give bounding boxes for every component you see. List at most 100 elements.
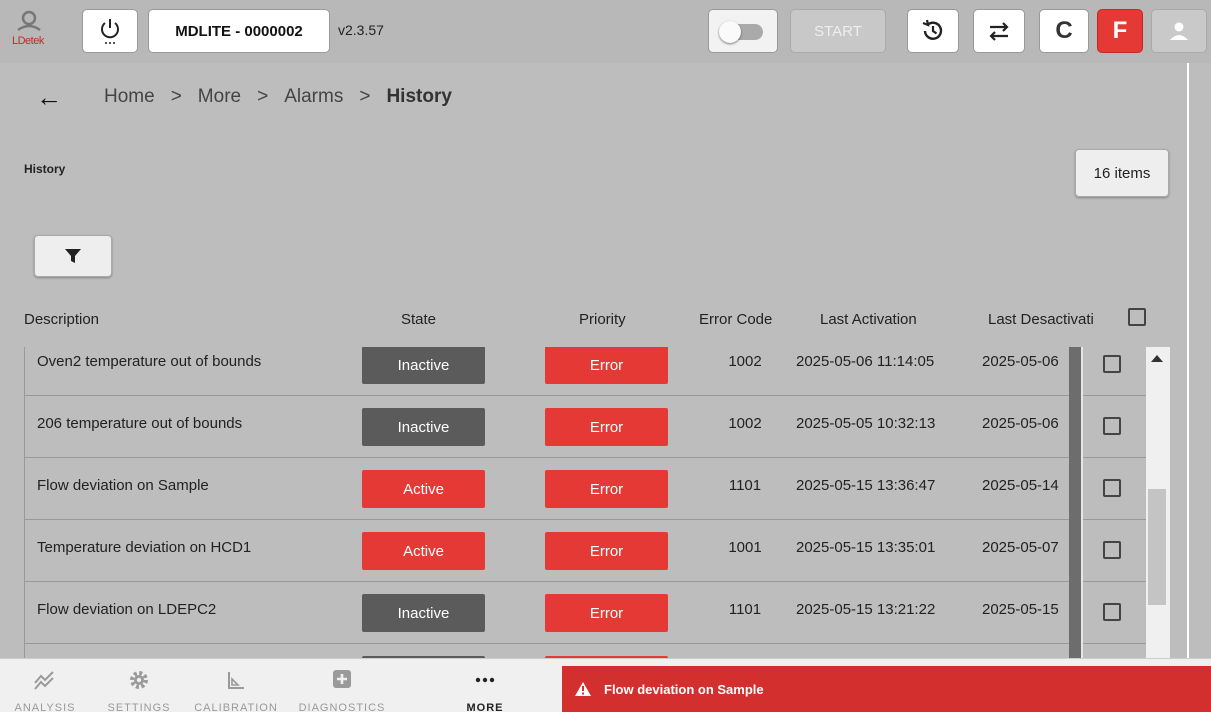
chart-line-icon (34, 671, 54, 690)
col-header-last-deactivation[interactable]: Last Desactivati (988, 311, 1108, 328)
row-checkbox[interactable] (1103, 603, 1121, 621)
select-all-checkbox[interactable] (1128, 308, 1146, 326)
error-code: 1002 (728, 353, 762, 370)
state-badge: Inactive (362, 347, 485, 384)
row-checkbox[interactable] (1103, 479, 1121, 497)
last-activation: 2025-05-06 11:14:05 (796, 353, 935, 370)
row-checkbox[interactable] (1103, 417, 1121, 435)
nav-label: DIAGNOSTICS (298, 702, 386, 712)
scrollbar-thumb[interactable] (1148, 489, 1166, 605)
last-activation: 2025-05-15 13:21:22 (796, 601, 936, 618)
alarm-description: Temperature deviation on HCD1 (37, 539, 252, 556)
top-bar: LDetek MDLITE - 0000002 v2.3.57 START C … (0, 0, 1211, 63)
history-icon (922, 19, 943, 40)
alarm-description: Flow deviation on Sample (37, 477, 209, 494)
col-header-description[interactable]: Description (24, 311, 99, 328)
column-resizer[interactable] (1069, 347, 1081, 658)
alarm-description: Flow deviation on LDEPC2 (37, 601, 217, 618)
breadcrumb-current: History (386, 86, 452, 107)
filter-icon (65, 249, 81, 263)
nav-more[interactable]: MORE (440, 659, 530, 712)
breadcrumb: Home > More > Alarms > History (104, 86, 452, 108)
nav-label: ANALYSIS (14, 702, 76, 712)
gear-icon (130, 671, 148, 689)
breadcrumb-more[interactable]: More (198, 86, 241, 108)
active-alarm-banner[interactable]: Flow deviation on Sample (562, 666, 1211, 712)
col-header-priority[interactable]: Priority (579, 311, 626, 328)
ruler-angle-icon (228, 672, 244, 689)
page-scrollbar[interactable] (1187, 63, 1211, 658)
error-code: 1002 (728, 415, 762, 432)
more-dots-icon (475, 677, 495, 683)
priority-badge: Error (545, 594, 668, 632)
swap-button[interactable] (973, 9, 1025, 53)
alarm-description: 206 temperature out of bounds (37, 415, 243, 432)
nav-analysis[interactable]: ANALYSIS (0, 659, 90, 712)
start-button[interactable]: START (790, 9, 886, 53)
table-row[interactable]: 206 temperature out of bounds Inactive Err… (25, 396, 1146, 458)
last-deactivation: 2025-05-06 (982, 415, 1059, 432)
nav-settings[interactable]: SETTINGS (94, 659, 184, 712)
run-toggle[interactable] (708, 9, 778, 53)
nav-label: MORE (466, 702, 504, 712)
last-deactivation: 2025-05-15 (982, 601, 1059, 618)
breadcrumb-alarms[interactable]: Alarms (284, 86, 343, 108)
priority-badge: Error (545, 532, 668, 570)
items-count-button[interactable]: 16 items (1075, 149, 1169, 197)
nav-calibration[interactable]: CALIBRATION (186, 659, 286, 712)
logo-mark-icon (17, 10, 41, 32)
back-arrow-icon[interactable]: ← (36, 82, 62, 113)
priority-badge: Error (545, 470, 668, 508)
table-row[interactable]: Temperature deviation on HCD1 Active Error… (25, 520, 1146, 582)
col-header-state[interactable]: State (401, 311, 436, 328)
history-button[interactable] (907, 9, 959, 53)
breadcrumb-home[interactable]: Home (104, 86, 155, 108)
state-badge: Active (362, 532, 485, 570)
power-button[interactable] (82, 9, 138, 53)
table-row[interactable]: Flow deviation on LDEPC2 Inactive Error 110… (25, 582, 1146, 644)
nav-label: SETTINGS (107, 702, 171, 712)
table-row[interactable]: Oven2 temperature out of bounds Inactive E… (25, 347, 1146, 396)
app-version: v2.3.57 (338, 22, 384, 38)
plus-square-icon (333, 670, 351, 688)
breadcrumb-separator: > (257, 86, 269, 107)
table-scrollbar[interactable] (1146, 347, 1170, 658)
user-icon (1170, 22, 1188, 40)
priority-badge: Error (545, 347, 668, 384)
breadcrumb-separator: > (170, 86, 182, 107)
error-code: 1101 (728, 477, 762, 494)
warning-icon (575, 682, 591, 696)
device-name: MDLITE - 0000002 (148, 9, 330, 53)
column-divider (1081, 347, 1083, 658)
state-badge: Inactive (362, 594, 485, 632)
scroll-up-icon[interactable] (1151, 355, 1163, 362)
col-header-last-activation[interactable]: Last Activation (820, 311, 917, 328)
alarm-banner-text: Flow deviation on Sample (604, 681, 764, 697)
nav-label: CALIBRATION (194, 702, 278, 712)
c-button[interactable]: C (1039, 9, 1089, 53)
last-activation: 2025-05-15 13:35:01 (796, 539, 936, 556)
f-button[interactable]: F (1097, 9, 1143, 53)
row-checkbox[interactable] (1103, 541, 1121, 559)
last-deactivation: 2025-05-07 (982, 539, 1059, 556)
toggle-knob (719, 21, 741, 43)
nav-diagnostics[interactable]: DIAGNOSTICS (290, 659, 394, 712)
state-badge: Inactive (362, 408, 485, 446)
swap-arrows-icon (989, 22, 1009, 41)
user-button[interactable] (1151, 9, 1207, 53)
alarm-history-table: InactiveErrorFlow deviation on LDEPC2Ina… (24, 347, 1146, 658)
breadcrumb-separator: > (359, 86, 371, 107)
last-activation: 2025-05-05 10:32:13 (796, 415, 936, 432)
alarm-description: Oven2 temperature out of bounds (37, 353, 262, 370)
ldetek-logo: LDetek (12, 10, 46, 52)
col-header-error-code[interactable]: Error Code (699, 311, 772, 328)
priority-badge: Error (545, 408, 668, 446)
row-checkbox[interactable] (1103, 355, 1121, 373)
error-code: 1101 (728, 601, 762, 618)
last-deactivation: 2025-05-14 (982, 477, 1059, 494)
error-code: 1001 (728, 539, 762, 556)
filter-button[interactable] (34, 235, 112, 277)
last-deactivation: 2025-05-06 (982, 353, 1059, 370)
table-row[interactable]: Flow deviation on Sample Active Error 1101 2… (25, 458, 1146, 520)
table-row[interactable]: InactiveError (25, 644, 1146, 658)
